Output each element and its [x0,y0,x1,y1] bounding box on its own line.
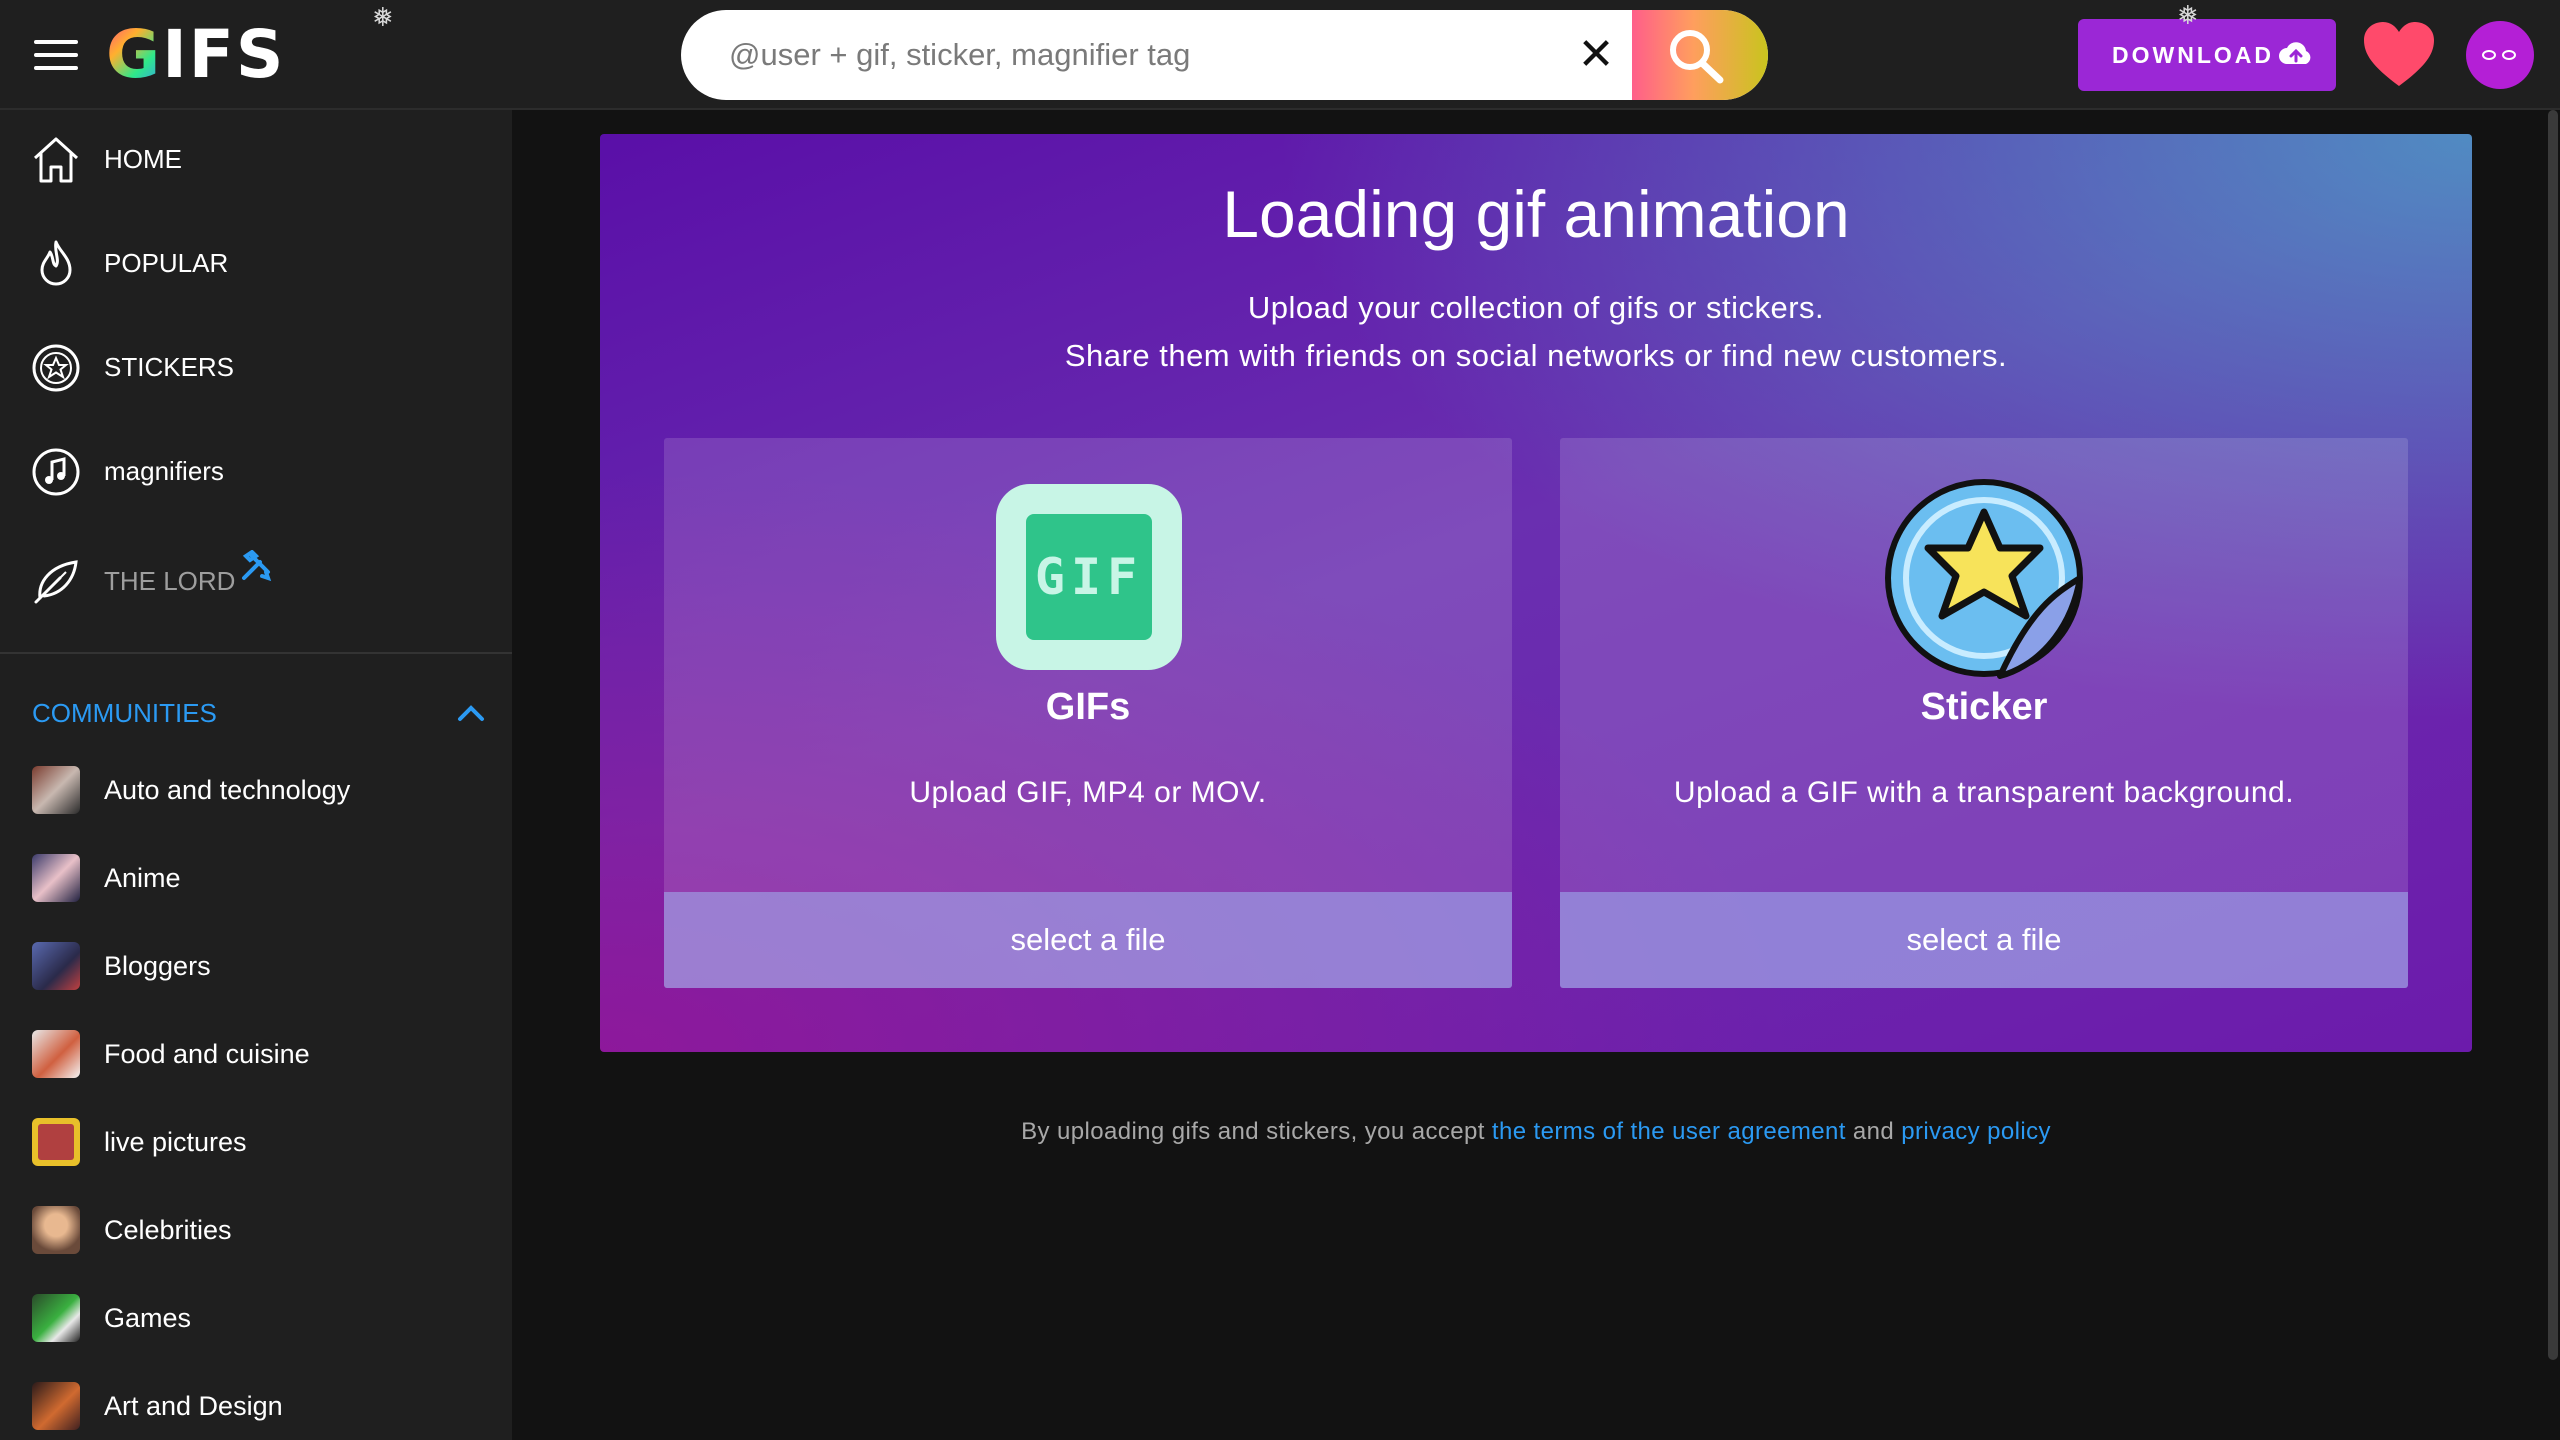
search-icon [1670,30,1724,84]
card-description: Upload GIF, MP4 or MOV. [909,776,1267,809]
feather-quill-icon [34,560,78,604]
page-title: Loading gif animation [1222,177,1850,251]
sticker-star-icon [32,344,80,392]
community-item-anime[interactable]: Anime [0,838,512,918]
download-label: DOWNLOAD [2112,42,2274,68]
community-item-bloggers[interactable]: Bloggers [0,926,512,1006]
community-thumbnail [32,1294,80,1342]
community-label: Games [104,1303,192,1333]
upload-terms-note: By uploading gifs and stickers, you acce… [600,1118,2472,1146]
snowflake-icon: ❅ [372,2,394,32]
sidebar-item-stickers[interactable]: STICKERS [0,322,512,412]
site-logo[interactable]: GIFS [106,20,285,90]
gif-icon-text: GIF [1035,548,1143,606]
page-subtitle: Upload your collection of gifs or sticke… [600,284,2472,380]
community-thumbnail [32,854,80,902]
top-header: GIFS ❅ ✕ DOWNLOAD ❅ [0,0,2560,110]
favorites-heart-icon[interactable] [2362,20,2436,90]
community-thumbnail [32,1118,80,1166]
user-agreement-link[interactable]: the terms of the user agreement [1492,1118,1846,1145]
communities-heading: COMMUNITIES [32,698,217,728]
gif-file-icon: GIF [996,484,1182,670]
subtitle-line: Share them with friends on social networ… [1064,338,2008,373]
music-note-icon [32,448,80,496]
sidebar-item-label: STICKERS [104,352,235,382]
community-item-games[interactable]: Games [0,1278,512,1358]
search-input[interactable] [729,10,1709,100]
sidebar-item-popular[interactable]: POPULAR [0,218,512,308]
select-sticker-file-button[interactable]: select a file [1560,892,2408,988]
community-label: live pictures [104,1127,247,1157]
community-label: Celebrities [104,1215,232,1245]
community-thumbnail [32,1030,80,1078]
sidebar-item-the-lord[interactable]: THE LORD [0,536,512,626]
sidebar: HOME POPULAR STICKERS magnifiers THE LOR… [0,110,512,1440]
card-title: Sticker [1920,686,2048,728]
community-label: Bloggers [104,951,211,981]
search-button[interactable] [1632,10,1768,100]
terms-prefix: By uploading gifs and stickers, you acce… [1021,1118,1485,1145]
sticker-upload-card: Sticker Upload a GIF with a transparent … [1560,438,2408,988]
cloud-upload-icon [2279,42,2311,64]
home-icon [33,137,79,183]
sidebar-item-label: HOME [104,144,182,174]
gif-upload-card: GIF GIFs Upload GIF, MP4 or MOV. select … [664,438,1512,988]
upload-panel: Loading gif animation Upload your collec… [600,134,2472,1052]
terms-and: and [1852,1118,1895,1145]
snowflake-icon: ❅ [2177,0,2199,30]
community-label: Anime [104,863,181,893]
flame-icon [40,240,72,286]
privacy-policy-link[interactable]: privacy policy [1901,1118,2051,1145]
search-bar: ✕ [681,10,1768,100]
community-item-food[interactable]: Food and cuisine [0,1014,512,1094]
page-scrollbar[interactable] [2548,110,2558,1360]
tools-icon [242,550,272,582]
community-label: Auto and technology [104,775,351,805]
community-label: Art and Design [104,1391,283,1421]
community-item-art[interactable]: Art and Design [0,1366,512,1440]
sidebar-item-magnifiers[interactable]: magnifiers [0,426,512,516]
clear-search-icon[interactable]: ✕ [1571,10,1621,100]
sidebar-item-label: magnifiers [104,456,224,486]
sticker-peel-icon [1885,479,2083,679]
sidebar-divider [0,652,512,654]
community-item-celebrities[interactable]: Celebrities [0,1190,512,1270]
menu-icon[interactable] [34,40,78,70]
community-thumbnail [32,1382,80,1430]
select-gif-file-button[interactable]: select a file [664,892,1512,988]
chevron-up-icon [458,705,484,721]
download-button[interactable]: DOWNLOAD [2078,19,2336,91]
card-description: Upload a GIF with a transparent backgrou… [1673,776,2295,809]
subtitle-line: Upload your collection of gifs or sticke… [1247,290,1825,325]
communities-toggle[interactable]: COMMUNITIES [0,684,512,742]
sidebar-item-label: POPULAR [104,248,229,278]
community-thumbnail [32,766,80,814]
sidebar-item-home[interactable]: HOME [0,114,512,204]
community-item-live-pictures[interactable]: live pictures [0,1102,512,1182]
community-item-auto[interactable]: Auto and technology [0,750,512,830]
community-label: Food and cuisine [104,1039,310,1069]
sidebar-item-label: THE LORD [104,566,236,596]
card-title: GIFs [1045,686,1131,728]
community-thumbnail [32,1206,80,1254]
user-avatar[interactable] [2466,21,2534,89]
community-thumbnail [32,942,80,990]
